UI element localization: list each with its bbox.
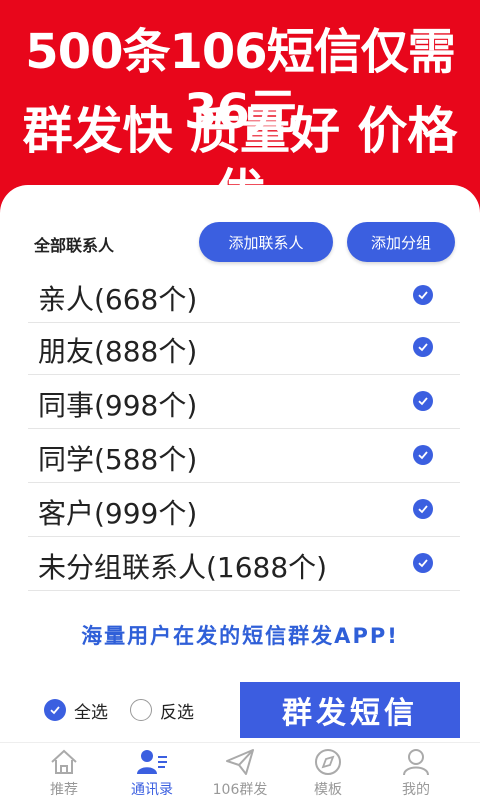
bottom-tab-bar: 推荐 通讯录 106群发 模板 我的 (0, 742, 480, 801)
check-icon[interactable] (413, 445, 433, 465)
group-label: 同学(588个) (38, 443, 198, 476)
tab-templates[interactable]: 模板 (280, 747, 376, 799)
home-icon (16, 747, 112, 777)
all-contacts-label: 全部联系人 (34, 236, 115, 255)
tab-label: 106群发 (212, 782, 268, 798)
tab-mine[interactable]: 我的 (368, 747, 464, 799)
add-group-button[interactable]: 添加分组 (347, 222, 455, 262)
tab-label: 模板 (314, 782, 342, 798)
invert-selection-option[interactable]: 反选 (130, 695, 194, 725)
tab-recommend[interactable]: 推荐 (16, 747, 112, 799)
select-all-label: 全选 (74, 702, 108, 723)
slogan-text: 海量用户在发的短信群发APP! (81, 624, 399, 648)
group-label: 客户(999个) (38, 497, 198, 530)
group-label: 亲人(668个) (38, 283, 198, 316)
group-label: 同事(998个) (38, 389, 198, 422)
compass-icon (280, 747, 376, 777)
select-all-option[interactable]: 全选 (44, 695, 108, 725)
group-label: 未分组联系人(1688个) (38, 551, 328, 584)
invert-selection-label: 反选 (160, 702, 194, 723)
mass-send-button[interactable]: 群发短信 (240, 682, 460, 738)
radio-checked-icon[interactable] (44, 699, 66, 721)
group-row[interactable]: 同事(998个) (28, 376, 460, 429)
tab-label: 通讯录 (131, 782, 173, 798)
check-icon[interactable] (413, 337, 433, 357)
radio-unchecked-icon[interactable] (130, 699, 152, 721)
group-row[interactable]: 客户(999个) (28, 484, 460, 537)
check-icon[interactable] (413, 553, 433, 573)
tab-106-send[interactable]: 106群发 (192, 747, 288, 799)
user-icon (368, 747, 464, 777)
group-row[interactable]: 朋友(888个) (28, 322, 460, 375)
check-icon[interactable] (413, 499, 433, 519)
contacts-icon (104, 747, 200, 777)
group-label: 朋友(888个) (38, 335, 198, 368)
tab-label: 我的 (402, 782, 430, 798)
group-row[interactable]: 亲人(668个) (28, 270, 460, 323)
add-contact-button[interactable]: 添加联系人 (199, 222, 333, 262)
tab-contacts[interactable]: 通讯录 (104, 747, 200, 799)
group-row[interactable]: 同学(588个) (28, 430, 460, 483)
check-icon[interactable] (413, 391, 433, 411)
send-icon (192, 747, 288, 777)
promo-banner: 500条106短信仅需36元 群发快 质量好 价格优 (0, 0, 480, 222)
check-icon[interactable] (413, 285, 433, 305)
tab-label: 推荐 (50, 782, 78, 798)
group-row[interactable]: 未分组联系人(1688个) (28, 538, 460, 591)
